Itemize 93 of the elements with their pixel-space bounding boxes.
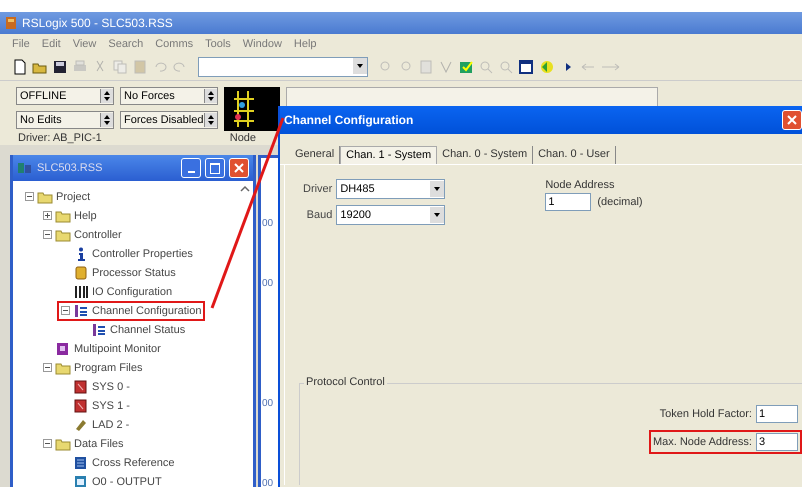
tree-item[interactable]: SYS 1 - (57, 396, 134, 416)
tree-item[interactable]: Project (21, 186, 94, 206)
program-file-icon (73, 398, 89, 412)
rung-number: 00 (262, 478, 274, 487)
monitor-icon (55, 342, 71, 356)
forces-field[interactable]: No Forces (120, 87, 218, 105)
minimize-button[interactable] (181, 158, 201, 178)
io-rack-icon (73, 284, 89, 298)
tree-item[interactable]: Channel Status (75, 320, 190, 340)
tree-item[interactable]: IO Configuration (57, 282, 176, 302)
spin-icon (204, 89, 217, 103)
spin-icon (100, 112, 113, 126)
menu-item[interactable]: View (72, 38, 96, 50)
tree-item[interactable]: Controller (39, 224, 126, 244)
highlighted-tree-item[interactable]: Channel Configuration (57, 300, 206, 320)
tab[interactable]: Chan. 1 - System (340, 146, 438, 164)
expander-icon[interactable] (61, 306, 70, 315)
driver-dropdown[interactable]: DH485 (336, 179, 446, 199)
rung-number: 00 (262, 218, 274, 229)
window-title: RSLogix 500 - SLC503.RSS (22, 16, 173, 30)
verify-icon[interactable] (458, 59, 474, 75)
mode-field[interactable]: OFFLINE (16, 87, 114, 105)
folder-icon (55, 436, 71, 450)
folder-icon (55, 360, 71, 374)
tree-item[interactable]: SYS 0 - (57, 376, 134, 396)
expander-icon[interactable] (43, 439, 52, 448)
menu-item[interactable]: Edit (42, 38, 61, 50)
expander-icon[interactable] (25, 192, 34, 201)
menu-item[interactable]: Help (294, 38, 317, 50)
rung-number: 00 (262, 278, 274, 289)
node-address-label: Node Address (545, 179, 616, 191)
close-button[interactable] (229, 158, 249, 178)
close-icon (234, 163, 244, 173)
project-window-title: SLC503.RSS (37, 162, 104, 174)
tree-item[interactable]: O0 - OUTPUT (57, 472, 166, 487)
ladder-file-icon (73, 418, 89, 432)
driver-label: Driver (303, 183, 332, 195)
app-icon (4, 16, 18, 30)
search-combo-box[interactable] (198, 57, 368, 77)
driver-label: Driver: AB_PIC-1 (18, 132, 102, 144)
channel-icon (73, 304, 89, 318)
group-title: Protocol Control (304, 376, 387, 388)
tab[interactable]: Chan. 0 - User (533, 146, 616, 164)
spin-icon (100, 89, 113, 103)
close-button[interactable] (782, 110, 802, 130)
edits-field[interactable]: No Edits (16, 110, 114, 128)
tree-item[interactable]: LAD 2 - (57, 414, 134, 434)
menu-item[interactable]: Window (242, 38, 282, 50)
rung-number: 00 (262, 398, 274, 409)
field-label: Max. Node Address: (652, 436, 752, 448)
maximize-button[interactable] (205, 158, 225, 178)
save-icon[interactable] (52, 59, 68, 75)
expander-icon[interactable] (43, 211, 52, 220)
node-label: Node (230, 132, 256, 144)
spin-icon (204, 112, 217, 126)
cross-reference-icon (73, 456, 89, 470)
tree-item[interactable]: Cross Reference (57, 452, 179, 472)
baud-dropdown[interactable]: 19200 (336, 205, 446, 225)
tree-item[interactable]: Data Files (39, 434, 128, 454)
window-icon[interactable] (518, 59, 534, 75)
data-file-icon (73, 474, 89, 487)
tree-item[interactable]: Help (39, 206, 101, 226)
expander-icon[interactable] (43, 230, 52, 239)
menu-item[interactable]: Comms (155, 38, 194, 50)
folder-icon (55, 208, 71, 222)
checkmark-icon[interactable] (438, 59, 454, 75)
new-file-icon[interactable] (12, 59, 28, 75)
ladder-logic-icon (224, 87, 280, 131)
close-icon (787, 115, 797, 125)
tree-item[interactable]: Multipoint Monitor (39, 338, 165, 358)
dialog-title: Channel Configuration (284, 113, 414, 127)
tree-item[interactable]: Processor Status (57, 262, 180, 282)
channel-icon (91, 322, 107, 336)
scroll-up-icon[interactable] (240, 185, 250, 193)
forces-enabled-field[interactable]: Forces Disabled (120, 110, 218, 128)
folder-icon (55, 228, 71, 242)
menu-item[interactable]: Tools (205, 38, 231, 50)
input-field[interactable]: 3 (756, 432, 798, 451)
menu-item[interactable]: File (12, 38, 30, 50)
tree-item[interactable]: Program Files (39, 358, 146, 378)
expander-icon[interactable] (43, 363, 52, 372)
menu-item[interactable]: Search (108, 38, 144, 50)
project-icon (17, 161, 33, 175)
folder-icon (37, 190, 53, 204)
input-field[interactable]: 1 (756, 404, 798, 423)
baud-label: Baud (306, 209, 332, 221)
processor-icon (73, 266, 89, 280)
node-address-field[interactable]: 1 (545, 193, 592, 211)
tab[interactable]: Chan. 0 - System (437, 146, 534, 164)
program-file-icon (73, 380, 89, 394)
unit-label: (decimal) (597, 196, 643, 208)
tree-item[interactable]: Controller Properties (57, 244, 197, 264)
field-label: Token Hold Factor: (660, 408, 752, 420)
